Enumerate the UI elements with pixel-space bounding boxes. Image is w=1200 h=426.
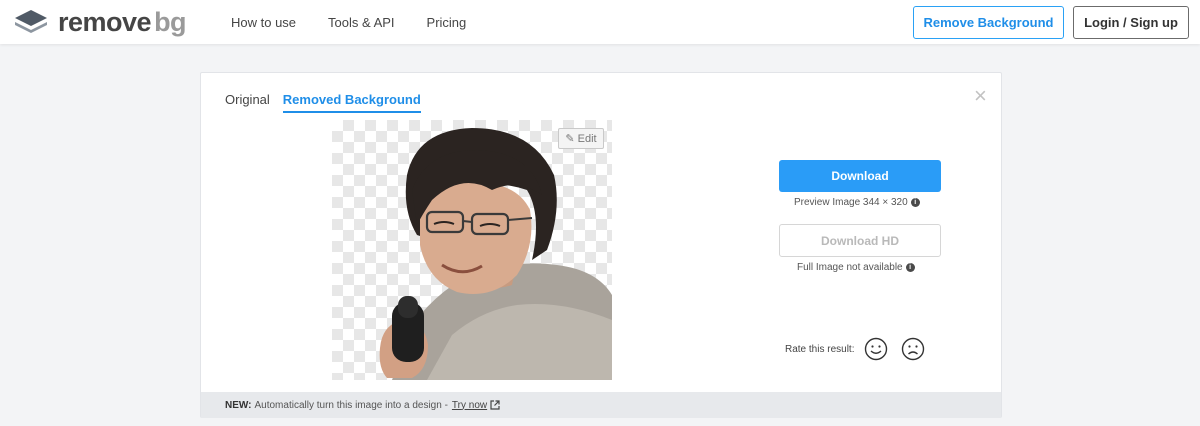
top-header: remove bg How to use Tools & API Pricing … — [0, 0, 1200, 44]
layers-logo-icon — [15, 10, 47, 33]
rate-label: Rate this result: — [785, 343, 855, 355]
result-preview-image: ✎ Edit — [332, 120, 612, 380]
banner-text: Automatically turn this image into a des… — [254, 399, 448, 411]
close-icon[interactable]: × — [974, 85, 987, 107]
hd-caption-text: Full Image not available — [797, 262, 903, 273]
login-signup-button[interactable]: Login / Sign up — [1073, 6, 1189, 39]
nav-how-to-use[interactable]: How to use — [231, 15, 296, 30]
edit-button[interactable]: ✎ Edit — [558, 128, 604, 149]
logo-sub: bg — [154, 7, 187, 37]
pencil-icon: ✎ — [565, 133, 575, 145]
info-icon[interactable]: i — [905, 263, 915, 272]
nav-pricing[interactable]: Pricing — [427, 15, 467, 30]
download-hd-button[interactable]: Download HD — [779, 224, 941, 257]
info-icon[interactable]: i — [910, 198, 920, 207]
edit-label: Edit — [577, 132, 597, 145]
rate-result: Rate this result: — [785, 337, 938, 361]
preview-caption-text: Preview Image 344 × 320 — [794, 197, 908, 208]
nav-tools-api[interactable]: Tools & API — [328, 15, 394, 30]
logo[interactable]: remove bg — [14, 7, 187, 37]
download-button[interactable]: Download — [779, 160, 941, 192]
tab-original[interactable]: Original — [225, 92, 270, 113]
person-cutout-image — [379, 128, 612, 380]
logo-text: remove bg — [58, 7, 187, 37]
main-nav: How to use Tools & API Pricing — [231, 0, 498, 44]
new-feature-banner: NEW: Automatically turn this image into … — [201, 392, 1001, 418]
hd-caption: Full Image not available i — [797, 262, 915, 273]
result-tabs: Original Removed Background — [225, 92, 434, 113]
smile-icon[interactable] — [864, 337, 888, 361]
preview-caption: Preview Image 344 × 320 i — [794, 197, 920, 208]
try-now-link[interactable]: Try now — [452, 400, 487, 411]
result-card: Original Removed Background × ✎ Edit Dow… — [200, 72, 1002, 418]
tab-removed-background[interactable]: Removed Background — [282, 92, 421, 113]
logo-main: remove — [58, 7, 152, 37]
new-label: NEW: — [225, 399, 252, 411]
frown-icon[interactable] — [901, 337, 925, 361]
external-link-icon[interactable] — [490, 400, 500, 410]
remove-background-button[interactable]: Remove Background — [913, 6, 1064, 39]
